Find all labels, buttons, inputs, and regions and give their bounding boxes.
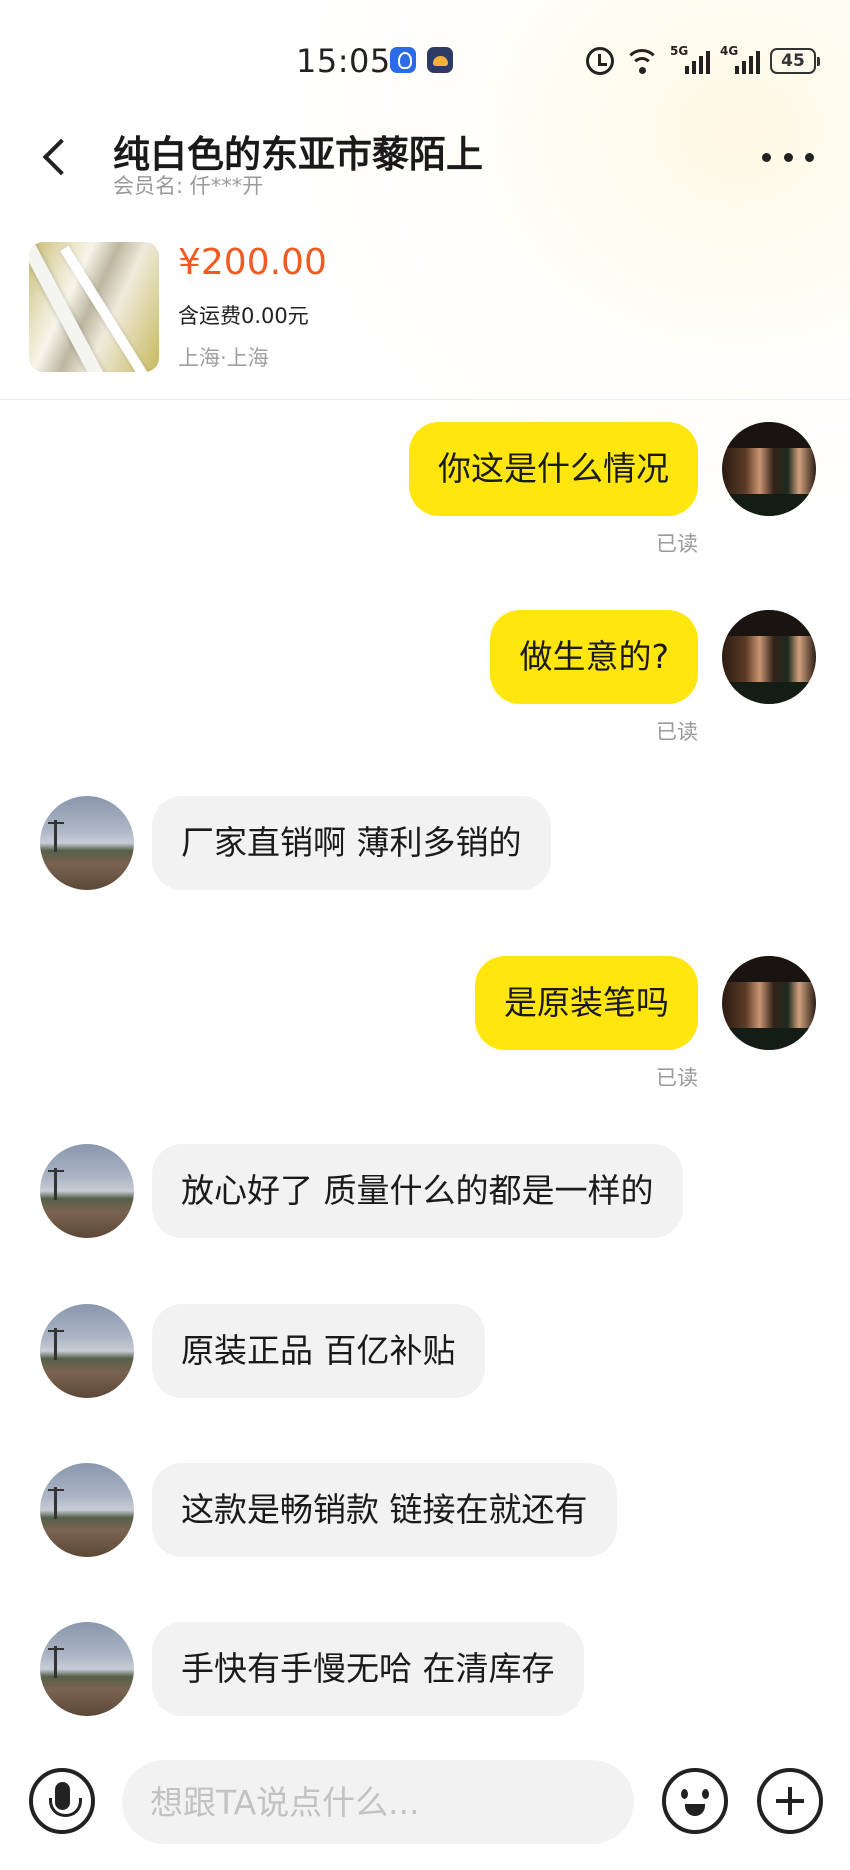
seller-avatar[interactable] [40,1304,134,1398]
seller-avatar[interactable] [40,1463,134,1557]
chat-message-list[interactable]: 你这是什么情况 已读 做生意的? 已读 厂家直销啊 薄利多销的 是原装笔吗 已读… [0,400,850,1745]
member-label: 会员名: [113,174,184,198]
product-card[interactable]: ¥200.00 含运费0.00元 上海·上海 [0,226,850,400]
status-bar: 15:05 5G 4G 45 [0,0,850,120]
read-status: 已读 [656,1066,698,1090]
seller-avatar[interactable] [40,1622,134,1716]
read-status: 已读 [656,720,698,744]
read-status: 已读 [656,532,698,556]
my-avatar[interactable] [722,422,816,516]
product-price: ¥200.00 [178,242,327,283]
outgoing-message[interactable]: 是原装笔吗 [475,956,698,1050]
my-avatar[interactable] [722,610,816,704]
back-arrow-icon[interactable] [36,134,76,182]
outgoing-message[interactable]: 做生意的? [490,610,698,704]
incoming-message[interactable]: 放心好了 质量什么的都是一样的 [152,1144,683,1238]
outgoing-message[interactable]: 你这是什么情况 [409,422,698,516]
signal-5g-icon: 5G [670,44,710,76]
product-thumbnail[interactable] [29,242,159,372]
status-indicators: 5G 4G 45 [586,44,820,78]
product-location: 上海·上海 [178,346,269,370]
product-shipping: 含运费0.00元 [178,304,309,328]
my-avatar[interactable] [722,956,816,1050]
incoming-message[interactable]: 这款是畅销款 链接在就还有 [152,1463,617,1557]
battery-icon: 45 [770,48,820,74]
incoming-message[interactable]: 厂家直销啊 薄利多销的 [152,796,551,890]
incoming-message[interactable]: 手快有手慢无哈 在清库存 [152,1622,584,1716]
bulb-app-icon [390,47,416,73]
input-bar [0,1745,850,1870]
message-input[interactable] [122,1760,634,1844]
signal-4g-icon: 4G [720,44,760,76]
microphone-icon[interactable] [29,1768,95,1834]
incoming-message[interactable]: 原装正品 百亿补贴 [152,1304,485,1398]
seller-avatar[interactable] [40,796,134,890]
member-name: 仟***开 [189,174,264,198]
alarm-icon [586,47,614,75]
wifi-icon [624,47,660,75]
more-options-icon[interactable] [762,150,814,164]
emoji-icon[interactable] [662,1768,728,1834]
member-info: 会员名: 仟***开 [113,170,263,200]
seller-avatar[interactable] [40,1144,134,1238]
plus-icon[interactable] [757,1768,823,1834]
chat-header: 纯白色的东亚市藜陌上 会员名: 仟***开 [0,110,850,200]
status-time: 15:05 [296,42,391,80]
weather-app-icon [427,47,453,73]
